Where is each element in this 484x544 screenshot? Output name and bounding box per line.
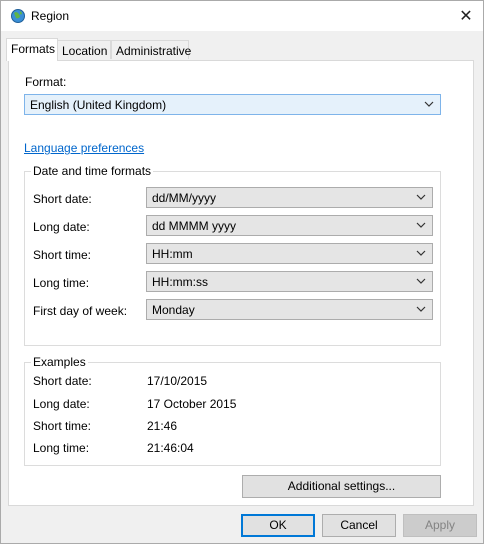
tab-formats[interactable]: Formats bbox=[6, 38, 58, 61]
format-dropdown[interactable]: English (United Kingdom) bbox=[24, 94, 441, 115]
chevron-down-icon bbox=[416, 250, 426, 256]
example-short-time-value: 21:46 bbox=[147, 419, 178, 433]
long-date-value: dd MMMM yyyy bbox=[152, 219, 236, 233]
short-time-dropdown[interactable]: HH:mm bbox=[146, 243, 433, 264]
examples-title: Examples bbox=[31, 355, 88, 369]
chevron-down-icon bbox=[416, 194, 426, 200]
short-time-value: HH:mm bbox=[152, 247, 193, 261]
chevron-down-icon bbox=[416, 222, 426, 228]
example-long-time-label: Long time: bbox=[33, 441, 90, 455]
short-time-label: Short time: bbox=[33, 248, 92, 262]
long-date-label: Long date: bbox=[33, 220, 90, 234]
example-long-time-value: 21:46:04 bbox=[147, 441, 194, 455]
formats-panel: Format: English (United Kingdom) Languag… bbox=[8, 60, 474, 506]
format-value: English (United Kingdom) bbox=[30, 98, 167, 112]
short-date-label: Short date: bbox=[33, 192, 92, 206]
region-dialog: Region ✕ Formats Location Administrative… bbox=[0, 0, 484, 544]
globe-icon bbox=[11, 9, 25, 23]
tab-administrative[interactable]: Administrative bbox=[111, 40, 191, 59]
example-long-date-label: Long date: bbox=[33, 397, 90, 411]
tab-location[interactable]: Location bbox=[57, 40, 111, 59]
chevron-down-icon bbox=[416, 306, 426, 312]
window-title: Region bbox=[31, 9, 70, 23]
language-preferences-link[interactable]: Language preferences bbox=[24, 141, 144, 155]
ok-button[interactable]: OK bbox=[241, 514, 315, 537]
tab-strip: Formats Location Administrative bbox=[1, 31, 483, 61]
long-time-dropdown[interactable]: HH:mm:ss bbox=[146, 271, 433, 292]
format-label: Format: bbox=[25, 75, 67, 89]
additional-settings-button[interactable]: Additional settings... bbox=[242, 475, 441, 498]
short-date-value: dd/MM/yyyy bbox=[152, 191, 217, 205]
close-button[interactable]: ✕ bbox=[449, 1, 483, 31]
example-short-date-value: 17/10/2015 bbox=[147, 374, 208, 388]
long-date-dropdown[interactable]: dd MMMM yyyy bbox=[146, 215, 433, 236]
chevron-down-icon bbox=[424, 101, 434, 107]
apply-button[interactable]: Apply bbox=[403, 514, 477, 537]
example-short-date-label: Short date: bbox=[33, 374, 92, 388]
first-day-value: Monday bbox=[152, 303, 195, 317]
cancel-button[interactable]: Cancel bbox=[322, 514, 396, 537]
first-day-dropdown[interactable]: Monday bbox=[146, 299, 433, 320]
short-date-dropdown[interactable]: dd/MM/yyyy bbox=[146, 187, 433, 208]
title-bar: Region ✕ bbox=[1, 1, 483, 31]
chevron-down-icon bbox=[416, 278, 426, 284]
long-time-value: HH:mm:ss bbox=[152, 275, 208, 289]
example-long-date-value: 17 October 2015 bbox=[147, 397, 237, 411]
close-icon: ✕ bbox=[459, 8, 473, 25]
long-time-label: Long time: bbox=[33, 276, 90, 290]
first-day-label: First day of week: bbox=[33, 304, 128, 318]
date-time-formats-title: Date and time formats bbox=[31, 164, 154, 178]
example-short-time-label: Short time: bbox=[33, 419, 92, 433]
